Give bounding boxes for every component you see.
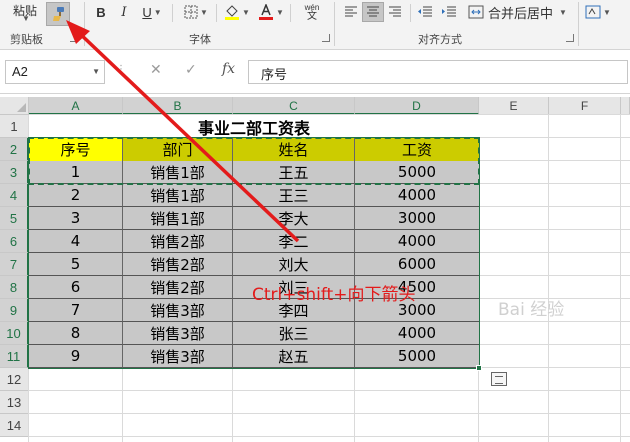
row-header-14[interactable]: 14	[0, 414, 29, 437]
formula-bar: A2 ▼ ⋮ ✕ ✓ fx 序号	[0, 50, 630, 94]
underline-button[interactable]: U ▼	[138, 2, 166, 22]
clipboard-launcher-icon[interactable]	[70, 34, 78, 42]
divider	[216, 4, 217, 22]
fill-color-button[interactable]: ▼	[222, 2, 252, 22]
select-all-button[interactable]	[0, 97, 29, 115]
align-right-button[interactable]	[384, 2, 406, 22]
fill-handle[interactable]	[476, 365, 482, 371]
format-painter-button[interactable]	[46, 2, 70, 26]
chevron-down-icon: ▼	[22, 13, 30, 23]
column-header-a[interactable]: A	[29, 97, 123, 115]
column-header-e[interactable]: E	[479, 97, 549, 115]
phonetic-button[interactable]: wén 文	[296, 2, 328, 22]
confirm-icon[interactable]: ✓	[185, 61, 197, 78]
row-header-1[interactable]: 1	[0, 115, 29, 138]
column-header-d[interactable]: D	[355, 97, 479, 115]
row-header-10[interactable]: 10	[0, 322, 29, 345]
chevron-down-icon: ▼	[200, 7, 208, 17]
alignment-launcher-icon[interactable]	[566, 34, 574, 42]
row-header-11[interactable]: 11	[0, 345, 29, 368]
chevron-down-icon: ▼	[153, 7, 162, 17]
font-group-label: 字体	[189, 34, 211, 46]
divider	[410, 4, 411, 22]
column-header-c[interactable]: C	[233, 97, 355, 115]
number-format-icon	[585, 5, 601, 19]
gridline-horizontal	[29, 436, 630, 437]
divider	[172, 4, 173, 22]
bold-label: B	[96, 4, 106, 20]
chevron-down-icon: ▼	[276, 7, 284, 17]
column-header-f[interactable]: F	[549, 97, 621, 115]
font-launcher-icon[interactable]	[322, 34, 330, 42]
align-center-button[interactable]	[362, 2, 384, 22]
copy-marquee	[28, 137, 480, 185]
underline-label: U	[142, 4, 152, 20]
phonetic-sub: 文	[307, 11, 317, 22]
group-divider	[578, 2, 579, 46]
row-header-7[interactable]: 7	[0, 253, 29, 276]
name-box[interactable]: A2 ▼	[5, 60, 105, 84]
gridline-vertical	[548, 115, 549, 442]
alignment-group-label: 对齐方式	[418, 34, 462, 46]
merge-center-label: 合并后居中	[488, 5, 554, 21]
format-painter-icon	[53, 7, 64, 21]
row-header-5[interactable]: 5	[0, 207, 29, 230]
align-left-button[interactable]	[340, 2, 362, 22]
row-header-4[interactable]: 4	[0, 184, 29, 207]
chevron-down-icon[interactable]: ▼	[92, 67, 100, 76]
italic-label: I	[121, 4, 127, 20]
group-divider	[84, 2, 85, 46]
ribbon: 粘贴 ▼ 剪贴板 B I U ▼ ▼ ▼ ▼ wén 文 字体 合并后居中 ▼ …	[0, 0, 630, 50]
name-box-value: A2	[12, 64, 28, 79]
gridline-horizontal	[29, 413, 630, 414]
decrease-indent-button[interactable]	[414, 2, 436, 22]
borders-button[interactable]: ▼	[178, 2, 214, 22]
align-right-icon	[389, 6, 401, 17]
fill-bucket-icon	[225, 5, 240, 20]
gridline-vertical	[620, 115, 621, 442]
quick-analysis-icon[interactable]	[491, 372, 507, 386]
row-header-2[interactable]: 2	[0, 138, 29, 161]
align-center-icon	[367, 6, 379, 17]
increase-indent-button[interactable]	[438, 2, 460, 22]
table-title[interactable]: 事业二部工资表	[29, 115, 479, 138]
row-header-3[interactable]: 3	[0, 161, 29, 184]
cancel-icon[interactable]: ✕	[150, 61, 162, 78]
worksheet-grid[interactable]: ABCDEF 1 2 3 4 5 6 7 8 9 10 11 12 13 14 事业二部工资表 序号 部门 姓名…	[0, 97, 630, 442]
paste-dropdown[interactable]: ▼	[16, 13, 34, 23]
bold-button[interactable]: B	[92, 2, 110, 22]
chevron-down-icon: ▼	[603, 7, 611, 17]
group-divider	[334, 2, 335, 46]
merge-center-button[interactable]: 合并后居中 ▼	[468, 2, 568, 22]
shortcut-annotation: Ctrl+shift+向下箭头	[252, 285, 416, 305]
gridline-horizontal	[29, 390, 630, 391]
formula-content: 序号	[261, 67, 288, 82]
column-header-filler	[621, 97, 630, 115]
clipboard-group-label: 剪贴板	[10, 34, 43, 46]
chevron-down-icon: ▼	[559, 7, 567, 17]
increase-indent-icon	[442, 6, 456, 17]
column-header-b[interactable]: B	[123, 97, 233, 115]
row-header-9[interactable]: 9	[0, 299, 29, 322]
borders-icon	[184, 5, 198, 19]
row-header-8[interactable]: 8	[0, 276, 29, 299]
insert-function-button[interactable]: fx	[222, 61, 235, 77]
font-color-button[interactable]: ▼	[256, 2, 286, 22]
row-header-13[interactable]: 13	[0, 391, 29, 414]
watermark: Bai 经验	[498, 300, 565, 320]
align-left-icon	[345, 6, 357, 17]
italic-button[interactable]: I	[116, 2, 132, 22]
decrease-indent-icon	[418, 6, 432, 17]
merge-cells-icon	[468, 5, 484, 19]
divider	[290, 4, 291, 22]
row-header-6[interactable]: 6	[0, 230, 29, 253]
row-header-12[interactable]: 12	[0, 368, 29, 391]
chevron-down-icon: ▼	[242, 7, 250, 17]
font-color-icon	[259, 4, 274, 20]
number-format-button[interactable]: ▼	[584, 2, 612, 22]
more-icon[interactable]: ⋮	[116, 64, 126, 75]
formula-input[interactable]: 序号	[248, 60, 628, 84]
